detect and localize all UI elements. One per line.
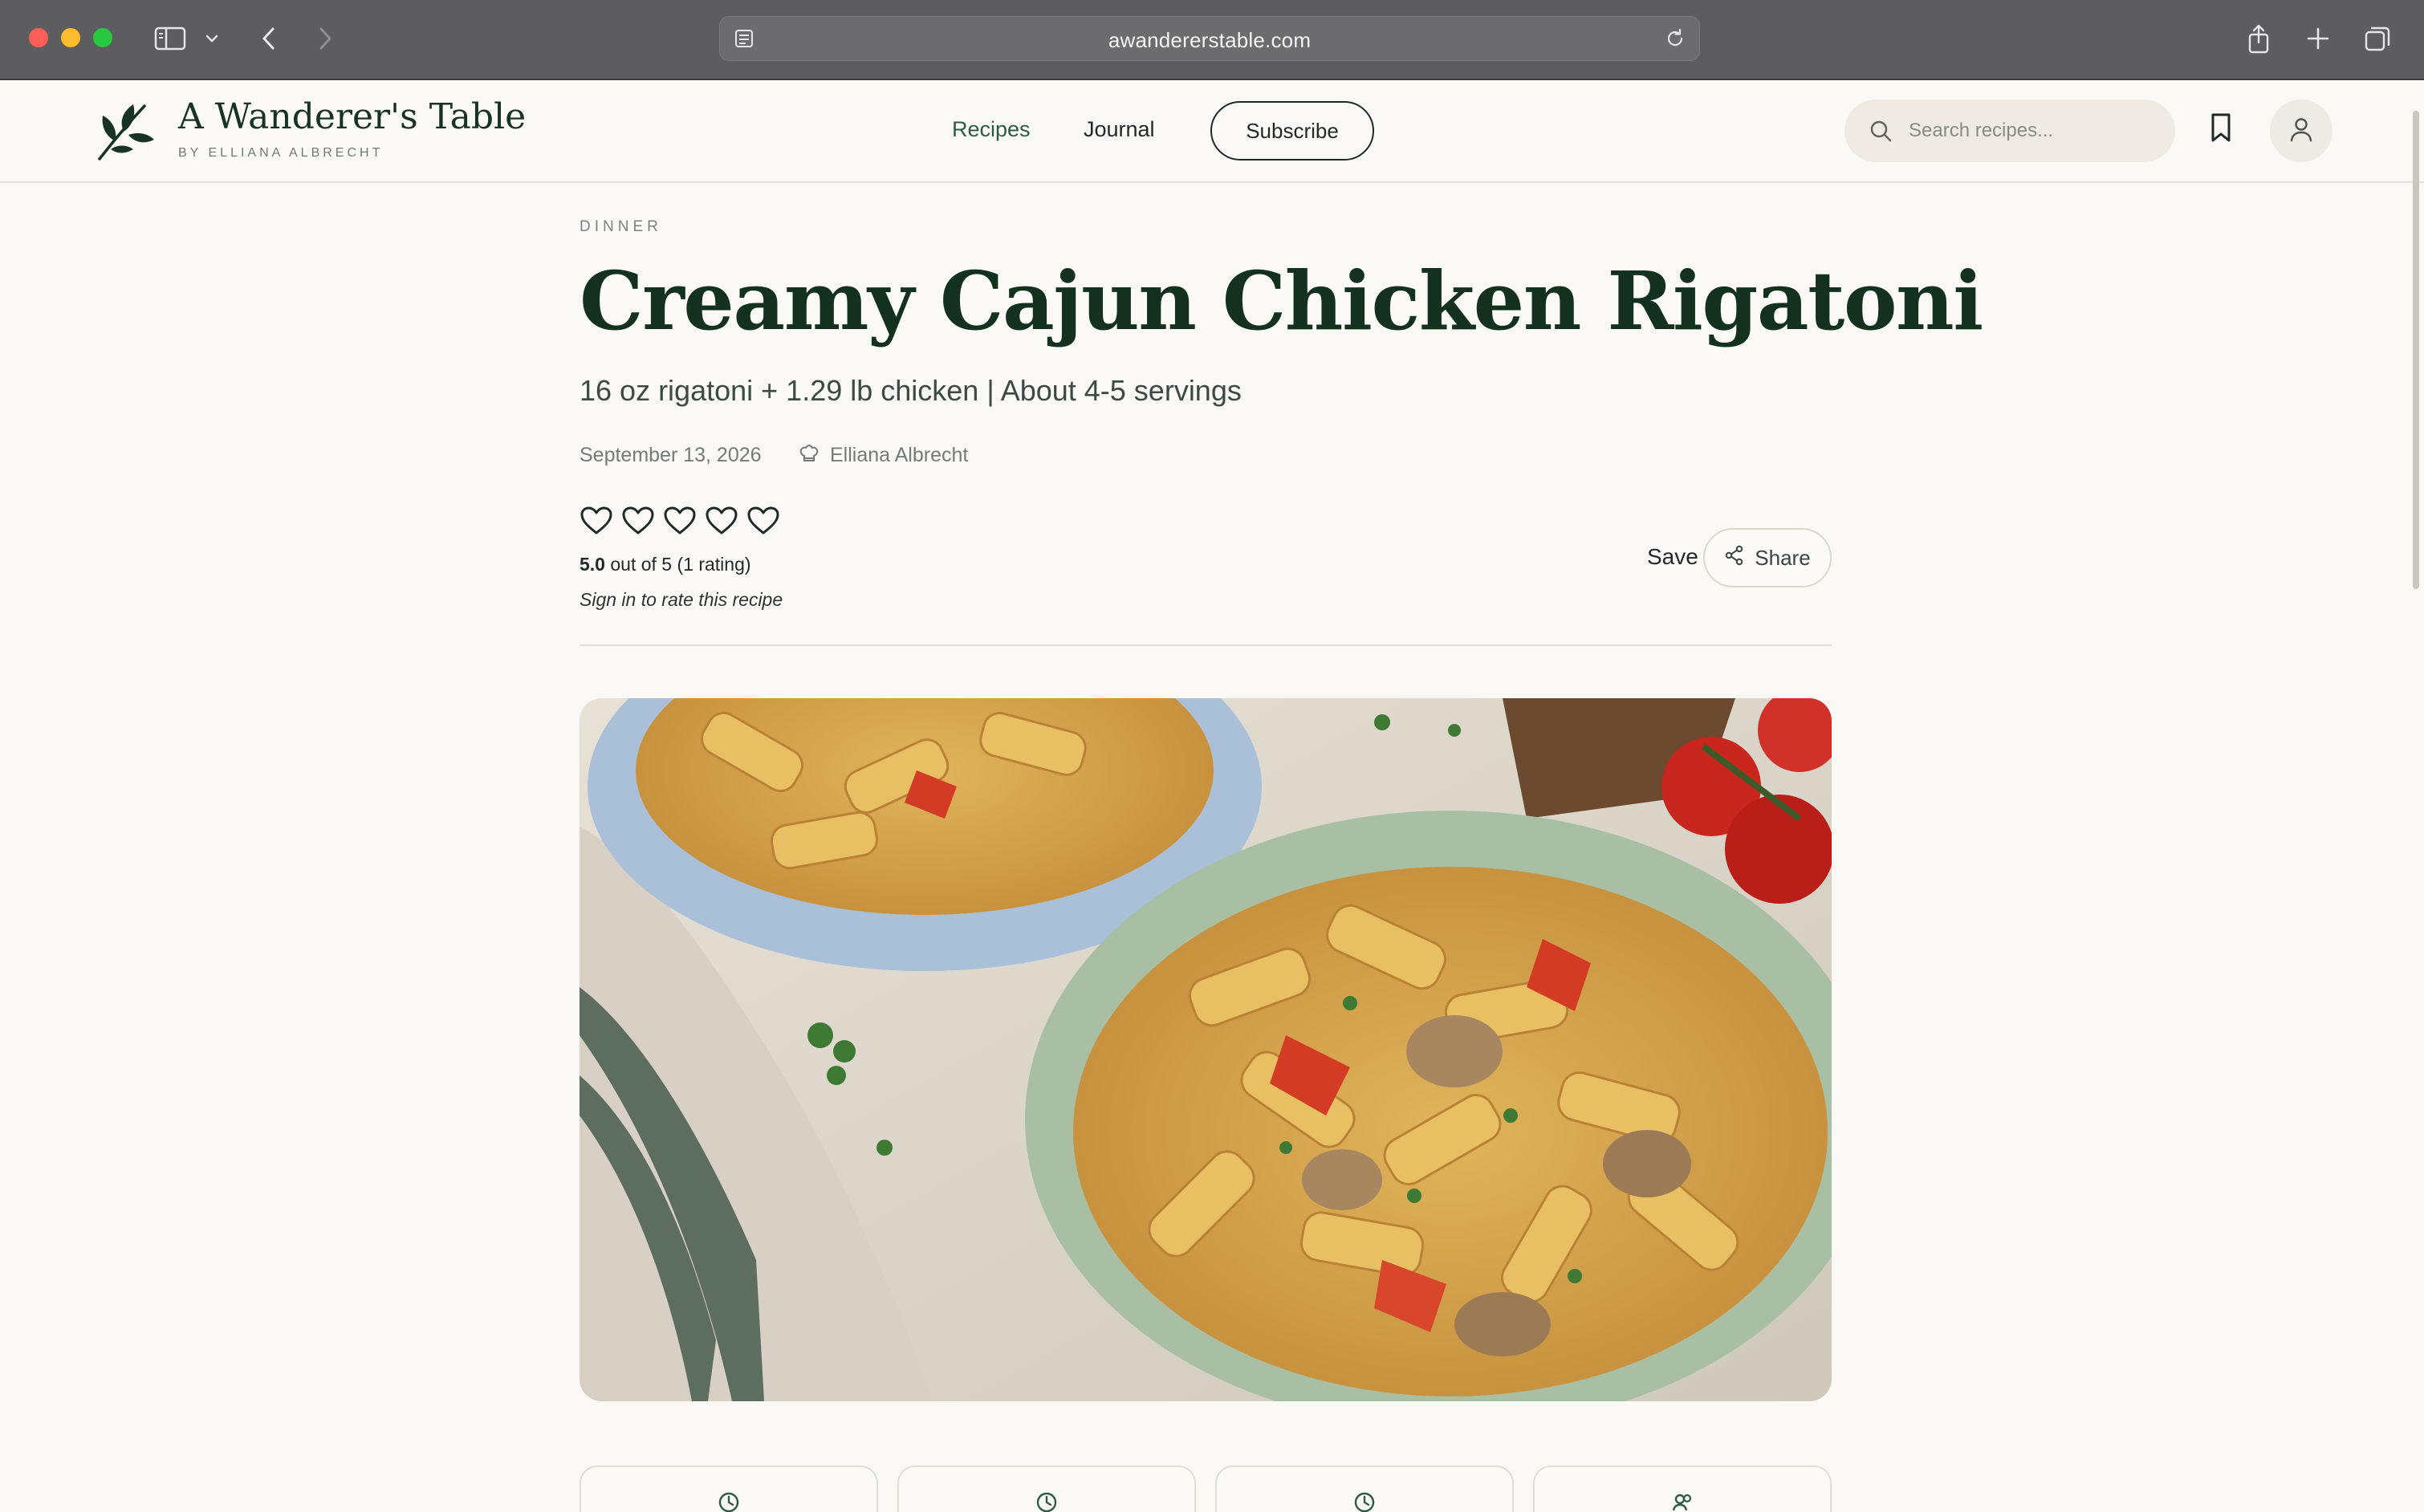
forward-arrow-icon[interactable] xyxy=(311,21,339,56)
recipe-title: Creamy Cajun Chicken Rigatoni xyxy=(580,254,1983,348)
recipe-category[interactable]: DINNER xyxy=(580,218,662,236)
new-tab-icon[interactable] xyxy=(2302,21,2334,56)
user-account-button[interactable] xyxy=(2270,100,2332,162)
rating-score: 5.0 xyxy=(580,554,605,575)
zoom-window-button[interactable] xyxy=(93,28,112,47)
clock-icon xyxy=(718,1491,740,1512)
brand-subtitle: BY ELLIANA ALBRECHT xyxy=(178,146,384,160)
share-button[interactable]: Share xyxy=(1703,528,1832,587)
leaf-logo-icon[interactable] xyxy=(92,100,156,168)
share-label: Share xyxy=(1755,545,1811,570)
rating-summary: 5.0 out of 5 (1 rating) xyxy=(580,554,751,575)
share-icon[interactable] xyxy=(2243,21,2275,56)
heart-icon[interactable] xyxy=(746,506,780,540)
scrollbar-thumb[interactable] xyxy=(2413,111,2419,589)
rating-hearts xyxy=(580,506,780,540)
reload-icon[interactable] xyxy=(1664,27,1686,54)
nav-recipes-link[interactable]: Recipes xyxy=(952,117,1031,142)
browser-toolbar: awandererstable.com xyxy=(0,0,2424,80)
heart-icon[interactable] xyxy=(705,506,738,540)
total-time-card xyxy=(1215,1465,1514,1512)
section-divider xyxy=(580,644,1832,646)
recipe-subtitle: 16 oz rigatoni + 1.29 lb chicken | About… xyxy=(580,374,1242,407)
sign-in-to-rate-link[interactable]: Sign in to rate this recipe xyxy=(580,589,783,611)
chevron-down-icon[interactable] xyxy=(202,21,222,56)
address-bar[interactable]: awandererstable.com xyxy=(719,16,1700,61)
user-icon xyxy=(2288,116,2315,147)
heart-icon[interactable] xyxy=(580,506,613,540)
author-name[interactable]: Elliana Albrecht xyxy=(830,444,968,467)
site-header: A Wanderer's Table BY ELLIANA ALBRECHT R… xyxy=(0,82,2424,183)
servings-icon xyxy=(1671,1491,1694,1512)
brand-title[interactable]: A Wanderer's Table xyxy=(178,96,526,137)
search-icon xyxy=(1869,119,1893,147)
back-arrow-icon[interactable] xyxy=(255,21,283,56)
heart-icon[interactable] xyxy=(663,506,697,540)
servings-card xyxy=(1533,1465,1832,1512)
clock-icon xyxy=(1035,1491,1058,1512)
publish-date: September 13, 2026 xyxy=(580,444,762,466)
cook-time-card xyxy=(897,1465,1196,1512)
prep-time-card xyxy=(580,1465,878,1512)
chef-hat-icon xyxy=(798,443,820,469)
clock-icon xyxy=(1353,1491,1376,1512)
share-nodes-icon xyxy=(1724,545,1745,571)
save-button[interactable]: Save xyxy=(1647,544,1698,570)
bookmark-icon[interactable] xyxy=(2209,112,2233,147)
minimize-window-button[interactable] xyxy=(61,28,80,47)
sidebar-toggle-icon[interactable] xyxy=(153,21,188,56)
heart-icon[interactable] xyxy=(621,506,655,540)
subscribe-button[interactable]: Subscribe xyxy=(1210,101,1374,161)
url-text: awandererstable.com xyxy=(1108,28,1312,52)
recipe-hero-image xyxy=(580,698,1832,1401)
rating-suffix: out of 5 (1 rating) xyxy=(610,554,751,575)
search-input[interactable]: Search recipes... xyxy=(1844,100,2175,162)
close-window-button[interactable] xyxy=(29,28,48,47)
nav-journal-link[interactable]: Journal xyxy=(1084,117,1155,142)
search-placeholder: Search recipes... xyxy=(1909,120,2054,141)
tabs-overview-icon[interactable] xyxy=(2361,21,2393,56)
